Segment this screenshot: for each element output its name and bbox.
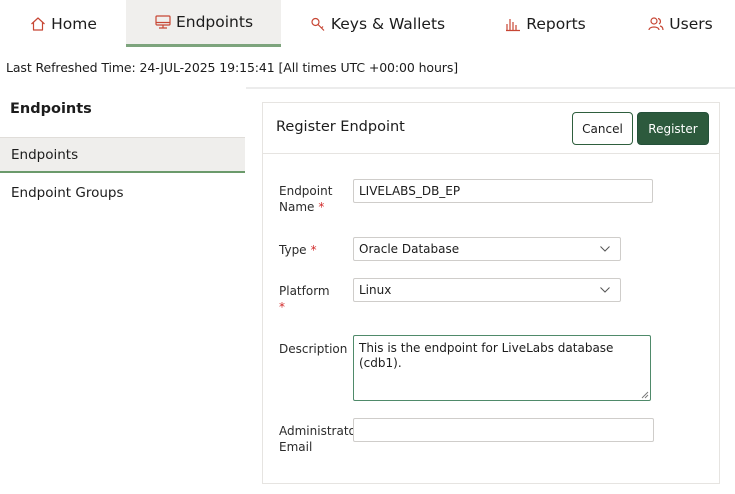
type-select[interactable]: Oracle Database: [353, 237, 621, 261]
description-label: Description: [279, 342, 348, 356]
tab-keys-wallets[interactable]: Keys & Wallets: [302, 0, 452, 47]
sidebar-title: Endpoints: [10, 101, 92, 117]
tab-endpoints[interactable]: Endpoints: [126, 0, 281, 47]
register-endpoint-card: Register Endpoint Cancel Register Endpoi…: [262, 102, 720, 484]
admin-email-input[interactable]: [353, 418, 654, 442]
page-title: Register Endpoint: [276, 119, 405, 135]
resize-handle-icon[interactable]: [641, 391, 649, 399]
register-button[interactable]: Register: [637, 112, 709, 145]
chevron-down-icon: [600, 287, 610, 293]
tab-users-label: Users: [669, 14, 713, 33]
admin-email-label: Administrator Email: [279, 424, 361, 454]
card-header: Register Endpoint Cancel Register: [263, 103, 719, 154]
sidebar-item-label: Endpoints: [11, 146, 79, 163]
tab-endpoints-label: Endpoints: [175, 13, 254, 31]
chevron-down-icon: [600, 246, 610, 252]
sidebar-item-label: Endpoint Groups: [11, 185, 124, 201]
tab-reports-label: Reports: [526, 14, 586, 33]
endpoint-name-input[interactable]: LIVELABS_DB_EP: [353, 179, 653, 203]
tab-reports[interactable]: Reports: [490, 0, 600, 47]
key-icon: [309, 15, 327, 33]
tab-home[interactable]: Home: [0, 0, 126, 47]
platform-select[interactable]: Linux: [353, 278, 621, 302]
cancel-button[interactable]: Cancel: [572, 112, 633, 145]
required-marker: *: [318, 200, 325, 214]
required-marker: *: [279, 300, 285, 314]
endpoint-icon: [154, 13, 172, 31]
endpoint-name-label: Endpoint Name *: [279, 184, 333, 214]
top-navigation: Home Endpoints Keys & Wallets Reports Us…: [0, 0, 735, 47]
platform-label: Platform *: [279, 284, 330, 314]
users-icon: [647, 15, 665, 33]
tab-home-label: Home: [51, 14, 97, 33]
required-marker: *: [310, 243, 317, 257]
divider: [246, 87, 735, 89]
sidebar-item-endpoint-groups[interactable]: Endpoint Groups: [0, 175, 245, 211]
last-refreshed-time: Last Refreshed Time: 24-JUL-2025 19:15:4…: [6, 60, 459, 75]
tab-keys-wallets-label: Keys & Wallets: [330, 14, 446, 33]
tab-users[interactable]: Users: [630, 0, 730, 47]
type-label: Type *: [279, 243, 317, 257]
home-icon: [29, 15, 47, 33]
chart-icon: [504, 15, 522, 33]
sidebar-item-endpoints[interactable]: Endpoints: [0, 137, 245, 173]
description-textarea[interactable]: This is the endpoint for LiveLabs databa…: [353, 335, 651, 401]
